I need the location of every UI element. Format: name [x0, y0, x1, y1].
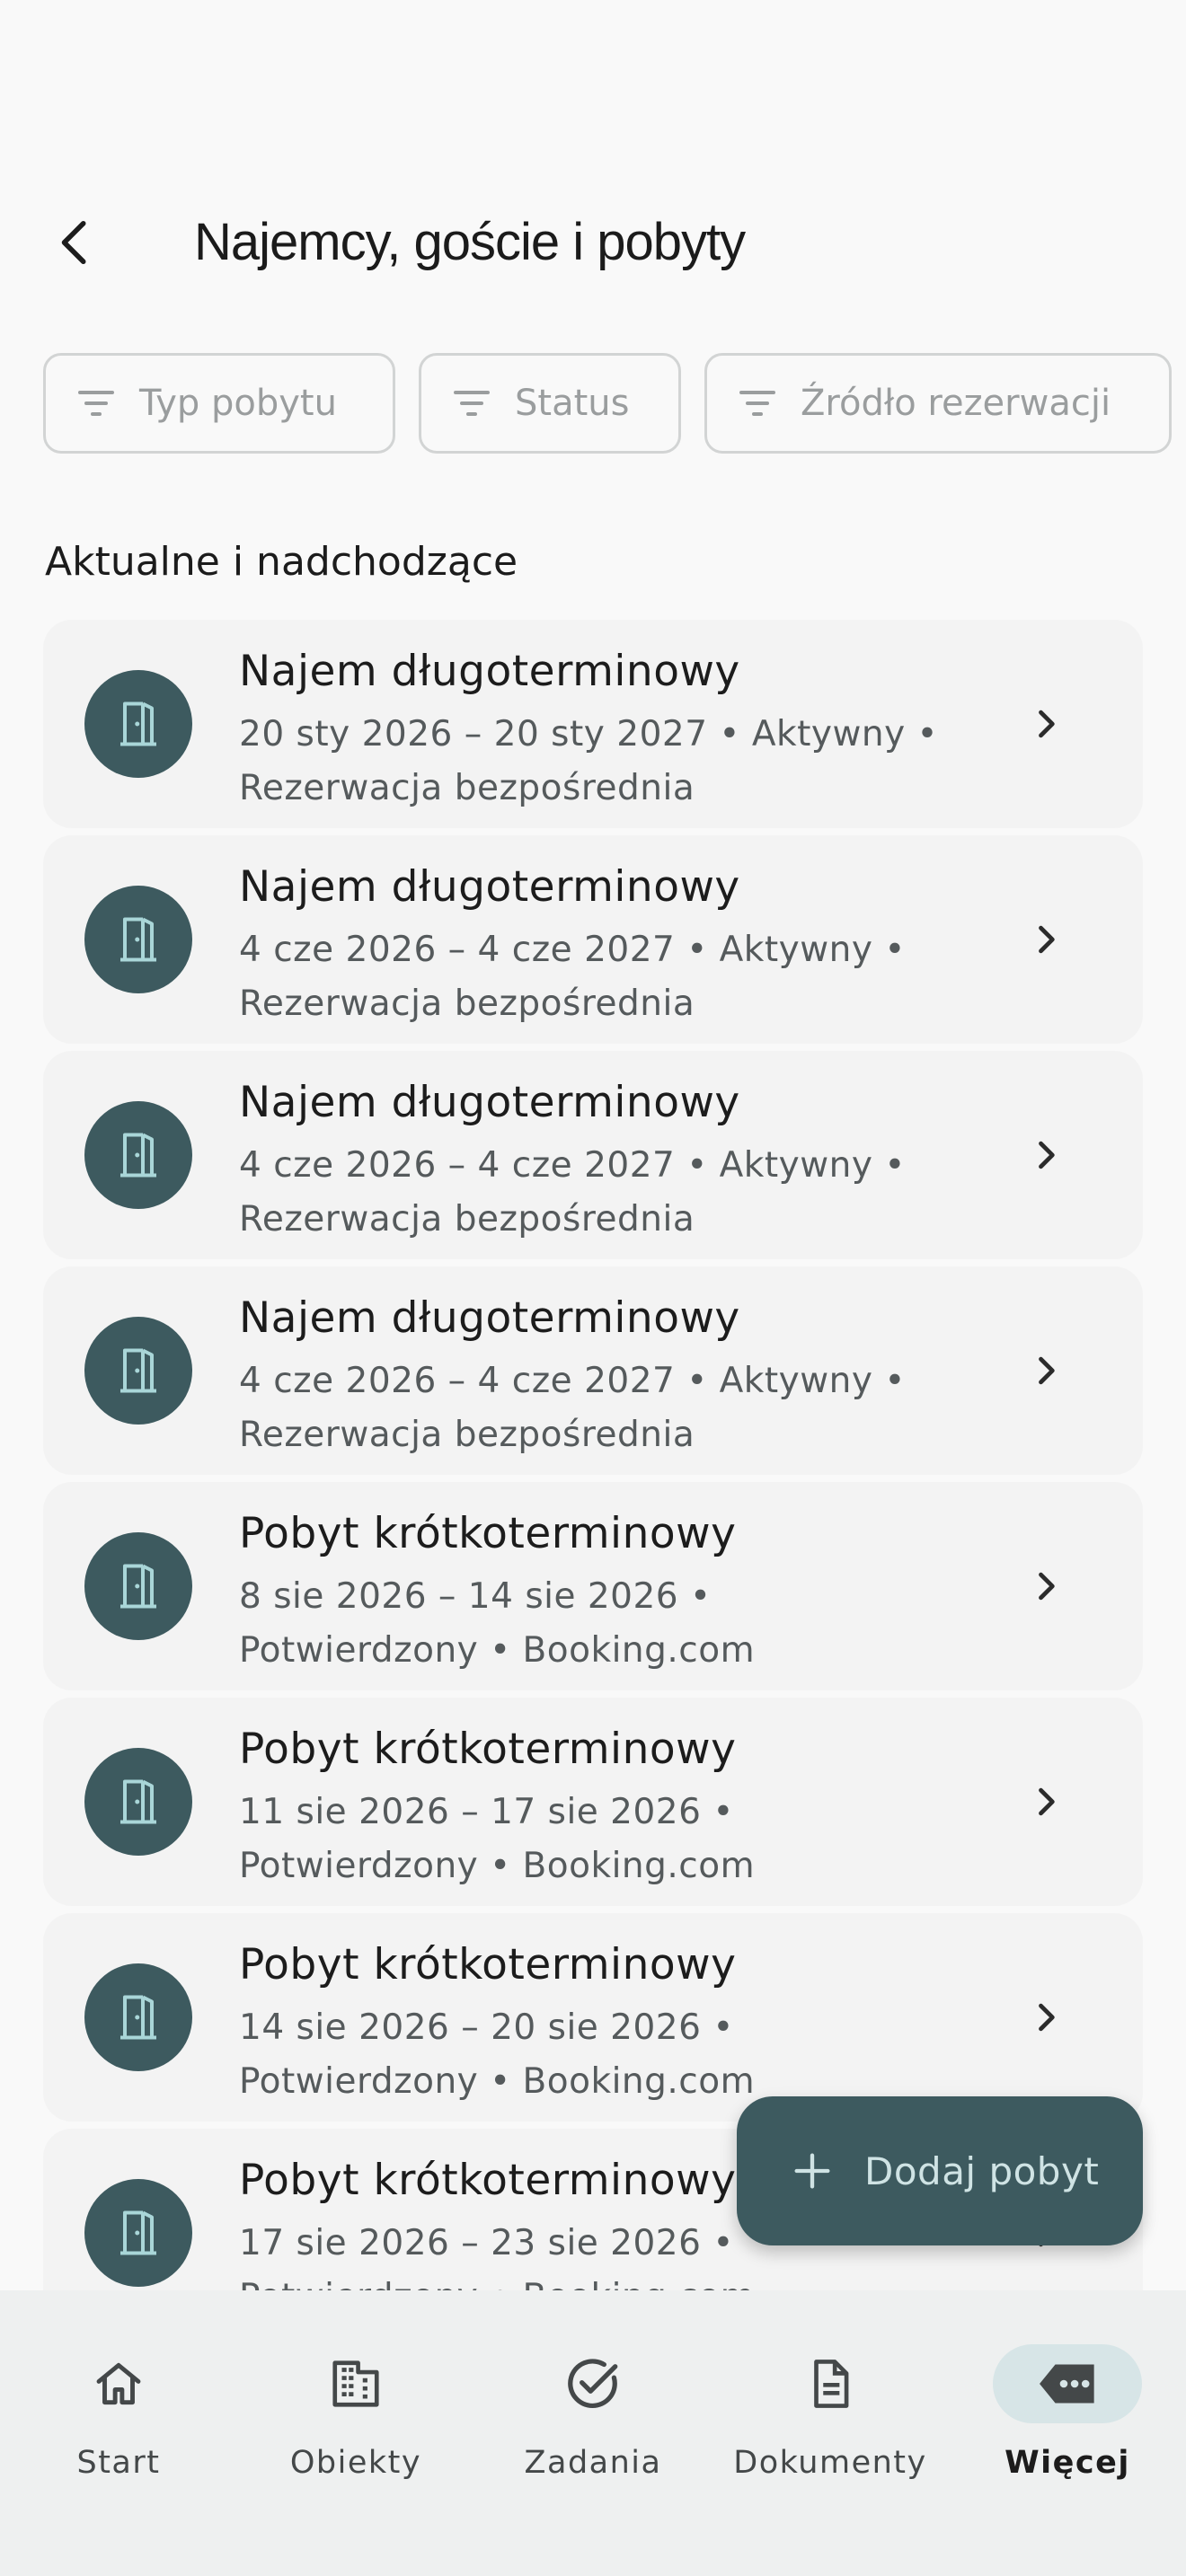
nav-label: Obiekty	[289, 2445, 422, 2481]
avatar	[84, 1101, 192, 1209]
filter-chip-status[interactable]: Status	[419, 353, 681, 454]
filter-chips: Typ pobytu Status Źródło rezerwacji	[43, 353, 1186, 454]
filter-icon	[739, 391, 775, 416]
stay-details: 20 sty 2026 – 20 sty 2027 • Aktywny • Re…	[239, 708, 985, 816]
nav-icon-container	[44, 2344, 193, 2423]
stay-title: Pobyt krótkoterminowy	[239, 1725, 737, 1774]
filter-chip-label: Typ pobytu	[139, 383, 337, 424]
chevron-right-icon	[1021, 1561, 1071, 1611]
add-stay-label: Dodaj pobyt	[864, 2148, 1100, 2193]
nav-item-objects[interactable]: Obiekty	[237, 2317, 474, 2481]
stay-details-line2: Potwierdzony • Booking.com	[239, 2271, 985, 2290]
stay-details-line1: 4 cze 2026 – 4 cze 2027 • Aktywny •	[239, 930, 906, 970]
filter-icon	[454, 391, 490, 416]
stays-list: Najem długoterminowy 20 sty 2026 – 20 st…	[43, 620, 1143, 2290]
nav-icon-container	[518, 2344, 668, 2423]
stay-title: Pobyt krótkoterminowy	[239, 2156, 737, 2205]
stay-title: Pobyt krótkoterminowy	[239, 1940, 737, 1989]
door-icon	[120, 2210, 156, 2255]
stay-details-line2: Rezerwacja bezpośrednia	[239, 1199, 695, 1239]
list-item[interactable]: Najem długoterminowy 20 sty 2026 – 20 st…	[43, 620, 1143, 828]
list-item[interactable]: Najem długoterminowy 4 cze 2026 – 4 cze …	[43, 1266, 1143, 1475]
avatar	[84, 1532, 192, 1640]
stay-details: 4 cze 2026 – 4 cze 2027 • Aktywny • Reze…	[239, 923, 985, 1031]
section-title: Aktualne i nadchodzące	[45, 539, 518, 585]
stay-title: Najem długoterminowy	[239, 1078, 740, 1127]
list-item[interactable]: Najem długoterminowy 4 cze 2026 – 4 cze …	[43, 835, 1143, 1044]
stay-details: 14 sie 2026 – 20 sie 2026 • Potwierdzony…	[239, 2001, 985, 2109]
app-bar: Najemcy, goście i pobyty	[0, 180, 1186, 305]
stay-details-line2: Rezerwacja bezpośrednia	[239, 984, 695, 1024]
stay-details-line1: 4 cze 2026 – 4 cze 2027 • Aktywny •	[239, 1145, 906, 1186]
plus-icon	[794, 2153, 830, 2189]
nav-item-start[interactable]: Start	[0, 2317, 237, 2481]
chevron-right-icon	[1021, 914, 1071, 965]
stay-details: 8 sie 2026 – 14 sie 2026 • Potwierdzony …	[239, 1570, 985, 1678]
nav-label: Zadania	[524, 2445, 662, 2481]
door-icon	[120, 1995, 156, 2040]
stay-details-line2: Potwierdzony • Booking.com	[239, 1630, 756, 1671]
stay-details-line1: 4 cze 2026 – 4 cze 2027 • Aktywny •	[239, 1361, 906, 1401]
nav-item-more[interactable]: Więcej	[949, 2317, 1186, 2481]
add-stay-button[interactable]: Dodaj pobyt	[737, 2096, 1143, 2245]
stay-details-line2: Rezerwacja bezpośrednia	[239, 768, 695, 808]
door-icon	[120, 1133, 156, 1178]
nav-icon-container	[281, 2344, 430, 2423]
stay-details: 4 cze 2026 – 4 cze 2027 • Aktywny • Reze…	[239, 1139, 985, 1247]
stay-details-line1: 8 sie 2026 – 14 sie 2026 •	[239, 1576, 712, 1617]
stay-details-line2: Potwierdzony • Booking.com	[239, 1846, 756, 1886]
chevron-right-icon	[1021, 1345, 1071, 1396]
chevron-right-icon	[1021, 1992, 1071, 2042]
door-icon	[120, 1779, 156, 1824]
list-item[interactable]: Pobyt krótkoterminowy 8 sie 2026 – 14 si…	[43, 1482, 1143, 1690]
chevron-right-icon	[1021, 1777, 1071, 1827]
door-icon	[120, 917, 156, 962]
nav-label: Start	[76, 2445, 161, 2481]
stay-details: 4 cze 2026 – 4 cze 2027 • Aktywny • Reze…	[239, 1354, 985, 1462]
door-icon	[120, 1348, 156, 1393]
stay-title: Pobyt krótkoterminowy	[239, 1509, 737, 1558]
page-title: Najemcy, goście i pobyty	[194, 213, 746, 271]
list-item[interactable]: Pobyt krótkoterminowy 14 sie 2026 – 20 s…	[43, 1913, 1143, 2122]
stay-title: Najem długoterminowy	[239, 862, 740, 912]
door-icon	[120, 1564, 156, 1609]
filter-chip-label: Źródło rezerwacji	[801, 383, 1111, 424]
check-circle-icon	[568, 2359, 618, 2409]
list-item[interactable]: Pobyt krótkoterminowy 11 sie 2026 – 17 s…	[43, 1698, 1143, 1906]
stay-details-line2: Rezerwacja bezpośrednia	[239, 1415, 695, 1455]
list-item[interactable]: Najem długoterminowy 4 cze 2026 – 4 cze …	[43, 1051, 1143, 1259]
avatar	[84, 1963, 192, 2071]
chevron-right-icon	[1021, 699, 1071, 749]
bottom-navigation: Start Obiekty Zadania Dokumenty Więcej	[0, 2290, 1186, 2576]
nav-label: Dokumenty	[733, 2445, 927, 2481]
filter-chip-label: Status	[515, 383, 630, 424]
avatar	[84, 886, 192, 993]
nav-icon-container	[756, 2344, 905, 2423]
building-icon	[332, 2360, 379, 2407]
stay-details-line1: 14 sie 2026 – 20 sie 2026 •	[239, 2007, 734, 2048]
chevron-right-icon	[1021, 1130, 1071, 1180]
avatar	[84, 1748, 192, 1856]
filter-chip-stay-type[interactable]: Typ pobytu	[43, 353, 395, 454]
nav-label-active: Więcej	[1005, 2445, 1130, 2481]
stay-title: Najem długoterminowy	[239, 647, 740, 696]
avatar	[84, 670, 192, 778]
more-icon	[1040, 2364, 1094, 2404]
stay-details-line1: 11 sie 2026 – 17 sie 2026 •	[239, 1792, 734, 1832]
stay-details: 11 sie 2026 – 17 sie 2026 • Potwierdzony…	[239, 1786, 985, 1893]
filter-chip-booking-source[interactable]: Źródło rezerwacji	[704, 353, 1172, 454]
avatar	[84, 1317, 192, 1425]
back-button[interactable]	[40, 207, 111, 278]
avatar	[84, 2179, 192, 2287]
arrow-back-icon	[61, 221, 86, 264]
document-icon	[814, 2360, 849, 2408]
home-icon	[96, 2362, 141, 2405]
nav-icon-container-active	[993, 2344, 1142, 2423]
door-icon	[120, 701, 156, 746]
nav-item-documents[interactable]: Dokumenty	[712, 2317, 949, 2481]
nav-item-tasks[interactable]: Zadania	[474, 2317, 712, 2481]
filter-icon	[78, 391, 114, 416]
stay-details-line1: 20 sty 2026 – 20 sty 2027 • Aktywny •	[239, 714, 939, 754]
stay-title: Najem długoterminowy	[239, 1293, 740, 1343]
